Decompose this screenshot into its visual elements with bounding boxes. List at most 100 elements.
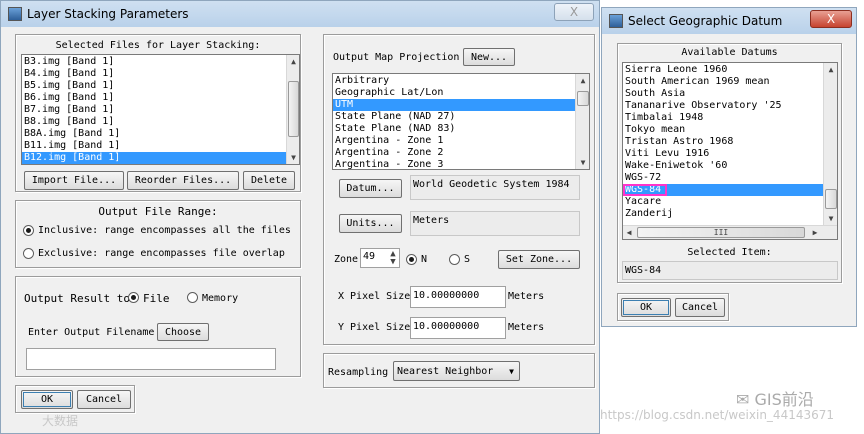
north-label[interactable]: N bbox=[421, 254, 427, 265]
list-item[interactable]: Sierra Leone 1960 bbox=[623, 64, 823, 76]
selected-files-label: Selected Files for Layer Stacking: bbox=[55, 40, 261, 51]
list-item[interactable]: Yacare bbox=[623, 196, 823, 208]
import-file-button[interactable]: Import File... bbox=[24, 171, 124, 190]
projection-list[interactable]: Arbitrary Geographic Lat/Lon UTM State Plan… bbox=[332, 73, 590, 170]
list-item[interactable]: Argentina - Zone 2 bbox=[333, 147, 575, 159]
south-label[interactable]: S bbox=[464, 254, 470, 265]
list-item[interactable]: Tananarive Observatory '25 bbox=[623, 100, 823, 112]
units-text: Meters bbox=[413, 215, 450, 226]
highlight-box bbox=[623, 184, 667, 196]
hscroll-thumb[interactable]: III bbox=[637, 227, 805, 238]
scroll-down-arrow[interactable]: ▼ bbox=[287, 151, 299, 163]
list-item[interactable]: State Plane (NAD 27) bbox=[333, 111, 575, 123]
set-zone-button[interactable]: Set Zone... bbox=[498, 250, 580, 269]
reorder-files-button[interactable]: Reorder Files... bbox=[127, 171, 239, 190]
ok-cancel-group: OK Cancel bbox=[15, 385, 135, 413]
list-item[interactable]: Tokyo mean bbox=[623, 124, 823, 136]
app-icon bbox=[8, 7, 22, 21]
list-item[interactable]: UTM bbox=[333, 99, 575, 111]
list-item[interactable]: B11.img [Band 1] bbox=[22, 140, 286, 152]
datums-list[interactable]: Sierra Leone 1960 South American 1969 mea… bbox=[622, 62, 838, 240]
ok-button[interactable]: OK bbox=[21, 390, 73, 409]
x-pixel-input[interactable]: 10.00000000 bbox=[410, 286, 506, 308]
list-item[interactable]: WGS-72 bbox=[623, 172, 823, 184]
zone-input[interactable]: 49 ▲ ▼ bbox=[360, 248, 400, 268]
datum-title-bar[interactable]: Select Geographic Datum X bbox=[602, 8, 856, 34]
list-item[interactable]: Wake-Eniwetok '60 bbox=[623, 160, 823, 172]
scroll-right-arrow[interactable]: ▶ bbox=[809, 226, 821, 239]
x-pixel-value: 10.00000000 bbox=[413, 290, 480, 301]
list-item[interactable]: B8.img [Band 1] bbox=[22, 116, 286, 128]
scroll-left-arrow[interactable]: ◀ bbox=[623, 226, 635, 239]
grip-icon: III bbox=[713, 228, 729, 237]
output-file-radio[interactable] bbox=[128, 292, 139, 303]
selected-item-label: Selected Item: bbox=[687, 247, 772, 258]
scroll-up-arrow[interactable]: ▲ bbox=[576, 74, 589, 86]
title-bar[interactable]: Layer Stacking Parameters X bbox=[1, 1, 599, 27]
watermark-left: 大数据 bbox=[42, 414, 79, 428]
scroll-thumb[interactable] bbox=[577, 91, 589, 106]
datum-ok-button[interactable]: OK bbox=[621, 298, 671, 317]
datum-value: World Geodetic System 1984 bbox=[410, 175, 580, 200]
resampling-group: Resampling Nearest Neighbor ▼ bbox=[323, 353, 595, 388]
datums-vscrollbar[interactable]: ▲ ▼ bbox=[823, 63, 837, 225]
exclusive-label[interactable]: Exclusive: range encompasses file overla… bbox=[38, 248, 285, 259]
y-pixel-input[interactable]: 10.00000000 bbox=[410, 317, 506, 339]
list-item[interactable]: B3.img [Band 1] bbox=[22, 56, 286, 68]
list-item[interactable]: Argentina - Zone 3 bbox=[333, 159, 575, 169]
choose-button[interactable]: Choose bbox=[157, 323, 209, 341]
list-item[interactable]: B8A.img [Band 1] bbox=[22, 128, 286, 140]
list-item[interactable]: Timbalai 1948 bbox=[623, 112, 823, 124]
zone-label: Zone bbox=[334, 254, 359, 265]
output-memory-radio[interactable] bbox=[187, 292, 198, 303]
output-filename-input[interactable] bbox=[26, 348, 276, 370]
list-item[interactable]: B12.img [Band 1] bbox=[22, 152, 286, 164]
inclusive-radio[interactable] bbox=[23, 225, 34, 236]
list-item[interactable]: Argentina - Zone 1 bbox=[333, 135, 575, 147]
zone-value: 49 bbox=[363, 251, 376, 262]
selected-files-list[interactable]: B3.img [Band 1] B4.img [Band 1] B5.img [Ba… bbox=[21, 54, 300, 165]
south-radio[interactable] bbox=[449, 254, 460, 265]
files-scrollbar[interactable]: ▲ ▼ bbox=[286, 55, 299, 164]
datum-cancel-button[interactable]: Cancel bbox=[675, 298, 725, 317]
list-item[interactable]: Viti Levu 1916 bbox=[623, 148, 823, 160]
list-item[interactable]: B4.img [Band 1] bbox=[22, 68, 286, 80]
output-memory-label[interactable]: Memory bbox=[202, 293, 238, 304]
close-icon[interactable]: X bbox=[810, 10, 852, 28]
layer-stacking-window: Layer Stacking Parameters X Selected Fil… bbox=[0, 0, 600, 434]
north-radio[interactable] bbox=[406, 254, 417, 265]
scroll-down-arrow[interactable]: ▼ bbox=[824, 212, 837, 224]
selected-item-text: WGS-84 bbox=[625, 265, 662, 276]
list-item[interactable]: B5.img [Band 1] bbox=[22, 80, 286, 92]
scroll-thumb[interactable] bbox=[825, 189, 837, 209]
cancel-button[interactable]: Cancel bbox=[77, 390, 131, 409]
selected-files-group: Selected Files for Layer Stacking: B3.im… bbox=[15, 34, 301, 192]
list-item[interactable]: South American 1969 mean bbox=[623, 76, 823, 88]
watermark-logo: ✉ GIS前沿 bbox=[736, 390, 814, 409]
projection-scrollbar[interactable]: ▲ ▼ bbox=[575, 74, 589, 169]
list-item[interactable]: B6.img [Band 1] bbox=[22, 92, 286, 104]
list-item[interactable]: Arbitrary bbox=[333, 75, 575, 87]
list-item[interactable]: Tristan Astro 1968 bbox=[623, 136, 823, 148]
x-pixel-label: X Pixel Size bbox=[338, 291, 411, 302]
output-range-label: Output File Range: bbox=[98, 205, 218, 218]
scroll-up-arrow[interactable]: ▲ bbox=[824, 63, 837, 75]
scroll-up-arrow[interactable]: ▲ bbox=[287, 55, 299, 67]
output-file-label[interactable]: File bbox=[143, 292, 170, 305]
resampling-select[interactable]: Nearest Neighbor ▼ bbox=[393, 361, 520, 381]
exclusive-radio[interactable] bbox=[23, 248, 34, 259]
zone-spinner-icon[interactable]: ▲ ▼ bbox=[387, 249, 399, 267]
units-button[interactable]: Units... bbox=[339, 214, 402, 233]
list-item[interactable]: South Asia bbox=[623, 88, 823, 100]
scroll-down-arrow[interactable]: ▼ bbox=[576, 156, 589, 168]
list-item[interactable]: State Plane (NAD 83) bbox=[333, 123, 575, 135]
list-item[interactable]: B7.img [Band 1] bbox=[22, 104, 286, 116]
datums-hscrollbar[interactable]: ◀ III ▶ bbox=[623, 225, 837, 239]
delete-button[interactable]: Delete bbox=[243, 171, 295, 190]
scroll-thumb[interactable] bbox=[288, 81, 299, 137]
list-item[interactable]: Geographic Lat/Lon bbox=[333, 87, 575, 99]
datum-button[interactable]: Datum... bbox=[339, 179, 402, 198]
new-projection-button[interactable]: New... bbox=[463, 48, 515, 66]
list-item[interactable]: Zanderij bbox=[623, 208, 823, 220]
inclusive-label[interactable]: Inclusive: range encompasses all the fil… bbox=[38, 225, 291, 236]
